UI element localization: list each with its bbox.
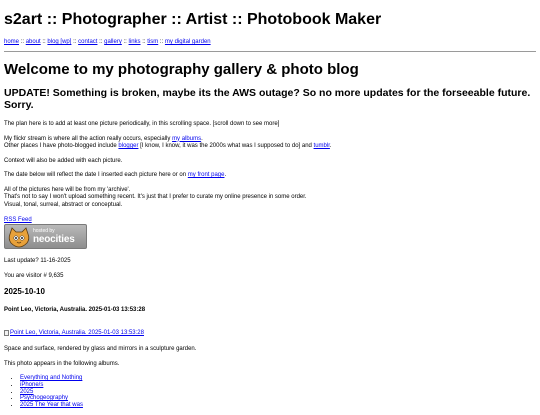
archive-line-1: All of the pictures here will be from my… xyxy=(4,186,131,193)
nav-link-about[interactable]: about xyxy=(26,39,41,45)
site-title: s2art :: Photographer :: Artist :: Photo… xyxy=(4,11,382,28)
main-heading: Welcome to my photography gallery & phot… xyxy=(4,61,359,78)
post-image-link[interactable]: Point Leo, Victoria, Australia. 2025-01-… xyxy=(4,329,144,337)
other-places-middle: [I know, I know, it was the 2000s what w… xyxy=(138,143,314,149)
front-page-link[interactable]: my front page xyxy=(188,172,225,178)
album-link[interactable]: 2025 xyxy=(20,389,33,395)
header-divider xyxy=(4,51,536,52)
albums-list: Everything and Nothing iPhone/s 2025 Psy… xyxy=(4,375,536,409)
last-update: Last update? 11-16-2025 xyxy=(4,258,71,264)
date-paragraph: The date below will reflect the date I i… xyxy=(4,172,536,180)
nav-link-tism[interactable]: tism xyxy=(147,39,158,45)
nav-link-gallery[interactable]: gallery xyxy=(104,39,122,45)
list-item: 2025 The Year that was xyxy=(20,402,536,409)
other-places-text: Other places I have photo-blogged includ… xyxy=(4,143,119,149)
badge-text: hosted by neocities xyxy=(33,228,75,245)
flickr-paragraph: My flickr stream is where all the action… xyxy=(4,136,536,151)
album-link[interactable]: iPhone/s xyxy=(20,382,43,388)
album-link[interactable]: Psychogeography xyxy=(20,395,68,401)
flickr-albums-link[interactable]: my albums xyxy=(172,136,201,142)
album-link[interactable]: Everything and Nothing xyxy=(20,375,82,381)
intro-text: The plan here is to add at least one pic… xyxy=(4,121,280,127)
post-title: Point Leo, Victoria, Australia. 2025-01-… xyxy=(4,307,146,313)
neocities-badge[interactable]: hosted by neocities xyxy=(4,224,87,249)
list-item: iPhone/s xyxy=(20,382,536,389)
date-text-end: . xyxy=(224,172,227,178)
rss-row: RSS Feed xyxy=(4,216,536,224)
rss-feed-link[interactable]: RSS Feed xyxy=(4,217,32,223)
visitor-count: You are visitor # 9,635 xyxy=(4,272,64,279)
list-item: Everything and Nothing xyxy=(20,375,536,382)
flickr-text-end: . xyxy=(201,135,203,142)
page: s2art :: Photographer :: Artist :: Photo… xyxy=(0,10,540,409)
nav-link-contact[interactable]: contact xyxy=(78,39,97,45)
other-places-end: . xyxy=(329,143,332,149)
nav-link-links[interactable]: links xyxy=(129,39,141,45)
archive-line-3: Visual, tonal, surreal, abstract or conc… xyxy=(4,201,123,208)
neocities-cat-icon xyxy=(8,226,30,247)
context-text: Context will also be added with each pic… xyxy=(4,157,123,164)
date-text: The date below will reflect the date I i… xyxy=(4,172,188,178)
update-notice: UPDATE! Something is broken, maybe its t… xyxy=(4,87,531,111)
badge-big-text: neocities xyxy=(33,234,75,245)
list-item: Psychogeography xyxy=(20,395,536,402)
nav-bar: home :: about :: blog [wp] :: contact ::… xyxy=(4,38,536,46)
archive-line-2: That's not to say I won't upload somethi… xyxy=(4,194,307,200)
albums-intro: This photo appears in the following albu… xyxy=(4,360,120,367)
archive-paragraph: All of the pictures here will be from my… xyxy=(4,187,536,210)
nav-link-home[interactable]: home xyxy=(4,39,19,45)
broken-image-icon xyxy=(4,330,9,336)
flickr-text: My flickr stream is where all the action… xyxy=(4,135,173,142)
post-image-alt: Point Leo, Victoria, Australia. 2025-01-… xyxy=(10,330,144,336)
blogger-link[interactable]: blogger xyxy=(118,143,138,149)
nav-link-blog[interactable]: blog [wp] xyxy=(47,39,71,45)
tumblr-link[interactable]: tumblr xyxy=(314,143,330,149)
post-date: 2025-10-10 xyxy=(4,287,45,296)
list-item: 2025 xyxy=(20,389,536,396)
post-description: Space and surface, rendered by glass and… xyxy=(4,346,197,352)
album-link[interactable]: 2025 The Year that was xyxy=(20,402,83,408)
nav-link-digital-garden[interactable]: my digital garden xyxy=(165,39,211,45)
